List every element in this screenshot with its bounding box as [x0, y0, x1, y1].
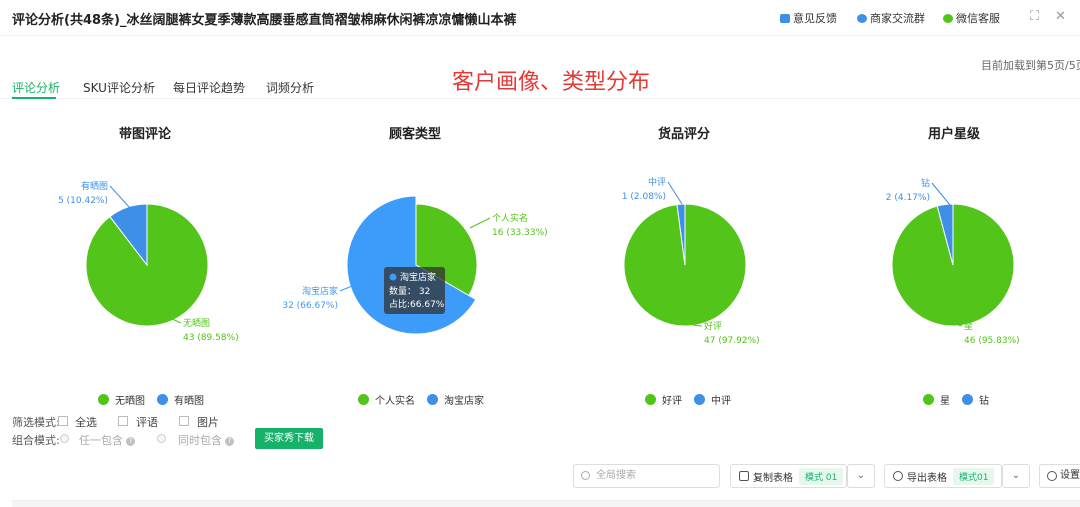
- label-leader-line: [339, 285, 353, 292]
- export-mode-dropdown[interactable]: ⌄: [1002, 464, 1030, 488]
- tooltip-text: 占比:66.67%: [389, 298, 445, 310]
- pie-tooltip: 淘宝店家数量： 32占比:66.67%: [384, 267, 445, 314]
- slice-value-label: 46 (95.83%): [964, 336, 1020, 346]
- legend-customer-type: 个人实名 淘宝店家: [358, 392, 496, 407]
- legend-item[interactable]: 好评: [645, 392, 682, 407]
- slice-value-label: 16 (33.33%): [492, 228, 548, 238]
- any-include-radio[interactable]: [60, 434, 69, 443]
- legend-item[interactable]: 中评: [694, 392, 731, 407]
- label-leader-line: [469, 217, 491, 229]
- table-header-strip: [12, 500, 1080, 507]
- comment-checkbox[interactable]: [118, 416, 128, 426]
- slice-value-label: 2 (4.17%): [886, 193, 930, 203]
- help-icon[interactable]: ?: [225, 436, 234, 446]
- slice-value-label: 1 (2.08%): [622, 192, 666, 202]
- legend-dot: [645, 394, 656, 405]
- combine-mode-label: 组合模式:: [12, 434, 60, 447]
- all-include-radio[interactable]: [157, 434, 166, 443]
- label-leader-line: [692, 324, 703, 327]
- comment-label: 评语: [136, 416, 158, 429]
- slice-name-label: 个人实名: [492, 212, 528, 224]
- legend-item[interactable]: 星: [923, 392, 950, 407]
- tooltip-dot: [389, 273, 397, 281]
- legend-product-rating: 好评 中评: [645, 392, 743, 407]
- pie-charts: 无晒图 43 (89.58%) 有晒图 5 (10.42%) 个人实名 16 (33.33…: [58, 176, 1020, 346]
- global-search-input[interactable]: 全局搜索: [573, 464, 720, 488]
- legend-dot: [694, 394, 705, 405]
- legend-dot: [157, 394, 168, 405]
- gear-icon: [1047, 471, 1057, 481]
- label-leader-line: [931, 182, 951, 206]
- chevron-down-icon: ⌄: [856, 470, 866, 481]
- legend-user-level: 星 钻: [923, 392, 1001, 407]
- buyer-show-download-button[interactable]: 买家秀下载: [255, 428, 323, 449]
- legend-dot: [923, 394, 934, 405]
- export-table-button[interactable]: 导出表格 模式01: [884, 464, 1002, 488]
- legend-item[interactable]: 钻: [962, 392, 989, 407]
- select-all-label: 全选: [75, 416, 97, 429]
- help-icon[interactable]: ?: [126, 436, 135, 446]
- all-include-option: 同时包含?: [178, 432, 234, 448]
- chevron-down-icon: ⌄: [1011, 470, 1021, 481]
- select-all-checkbox[interactable]: [58, 416, 68, 426]
- slice-value-label: 5 (10.42%): [58, 196, 108, 206]
- legend-dot: [358, 394, 369, 405]
- copy-table-button[interactable]: 复制表格 模式 01: [730, 464, 847, 488]
- export-mode-tag: 模式01: [953, 467, 995, 485]
- any-include-option: 任一包含?: [79, 432, 135, 448]
- filter-mode-label: 筛选模式:: [12, 416, 60, 429]
- legend-dot: [98, 394, 109, 405]
- label-leader-line: [667, 181, 683, 205]
- legend-item[interactable]: 淘宝店家: [427, 392, 484, 407]
- slice-value-label: 43 (89.58%): [183, 333, 239, 343]
- tooltip-text: 淘宝店家: [400, 271, 436, 283]
- tooltip-text: 数量： 32: [389, 285, 430, 297]
- legend-item[interactable]: 无晒图: [98, 392, 145, 407]
- slice-name-label: 淘宝店家: [302, 285, 338, 297]
- copy-mode-tag: 模式 01: [799, 467, 844, 485]
- copy-mode-dropdown[interactable]: ⌄: [847, 464, 875, 488]
- legend-image-comments: 无晒图 有晒图: [98, 392, 216, 407]
- legend-item[interactable]: 有晒图: [157, 392, 204, 407]
- slice-value-label: 47 (97.92%): [704, 336, 760, 346]
- slice-name-label: 无晒图: [183, 318, 210, 329]
- label-leader-line: [109, 185, 131, 209]
- settings-button[interactable]: 设置: [1039, 464, 1080, 488]
- legend-dot: [962, 394, 973, 405]
- legend-item[interactable]: 个人实名: [358, 392, 415, 407]
- slice-name-label: 星: [964, 321, 973, 332]
- legend-dot: [427, 394, 438, 405]
- slice-name-label: 好评: [704, 320, 722, 332]
- slice-name-label: 有晒图: [81, 180, 108, 192]
- cloud-download-icon: [893, 471, 903, 481]
- image-checkbox[interactable]: [179, 416, 189, 426]
- slice-name-label: 钻: [921, 177, 930, 189]
- slice-name-label: 中评: [648, 176, 666, 188]
- slice-value-label: 32 (66.67%): [282, 301, 338, 311]
- image-label: 图片: [197, 416, 219, 429]
- search-icon: [581, 471, 590, 480]
- copy-icon: [739, 471, 749, 481]
